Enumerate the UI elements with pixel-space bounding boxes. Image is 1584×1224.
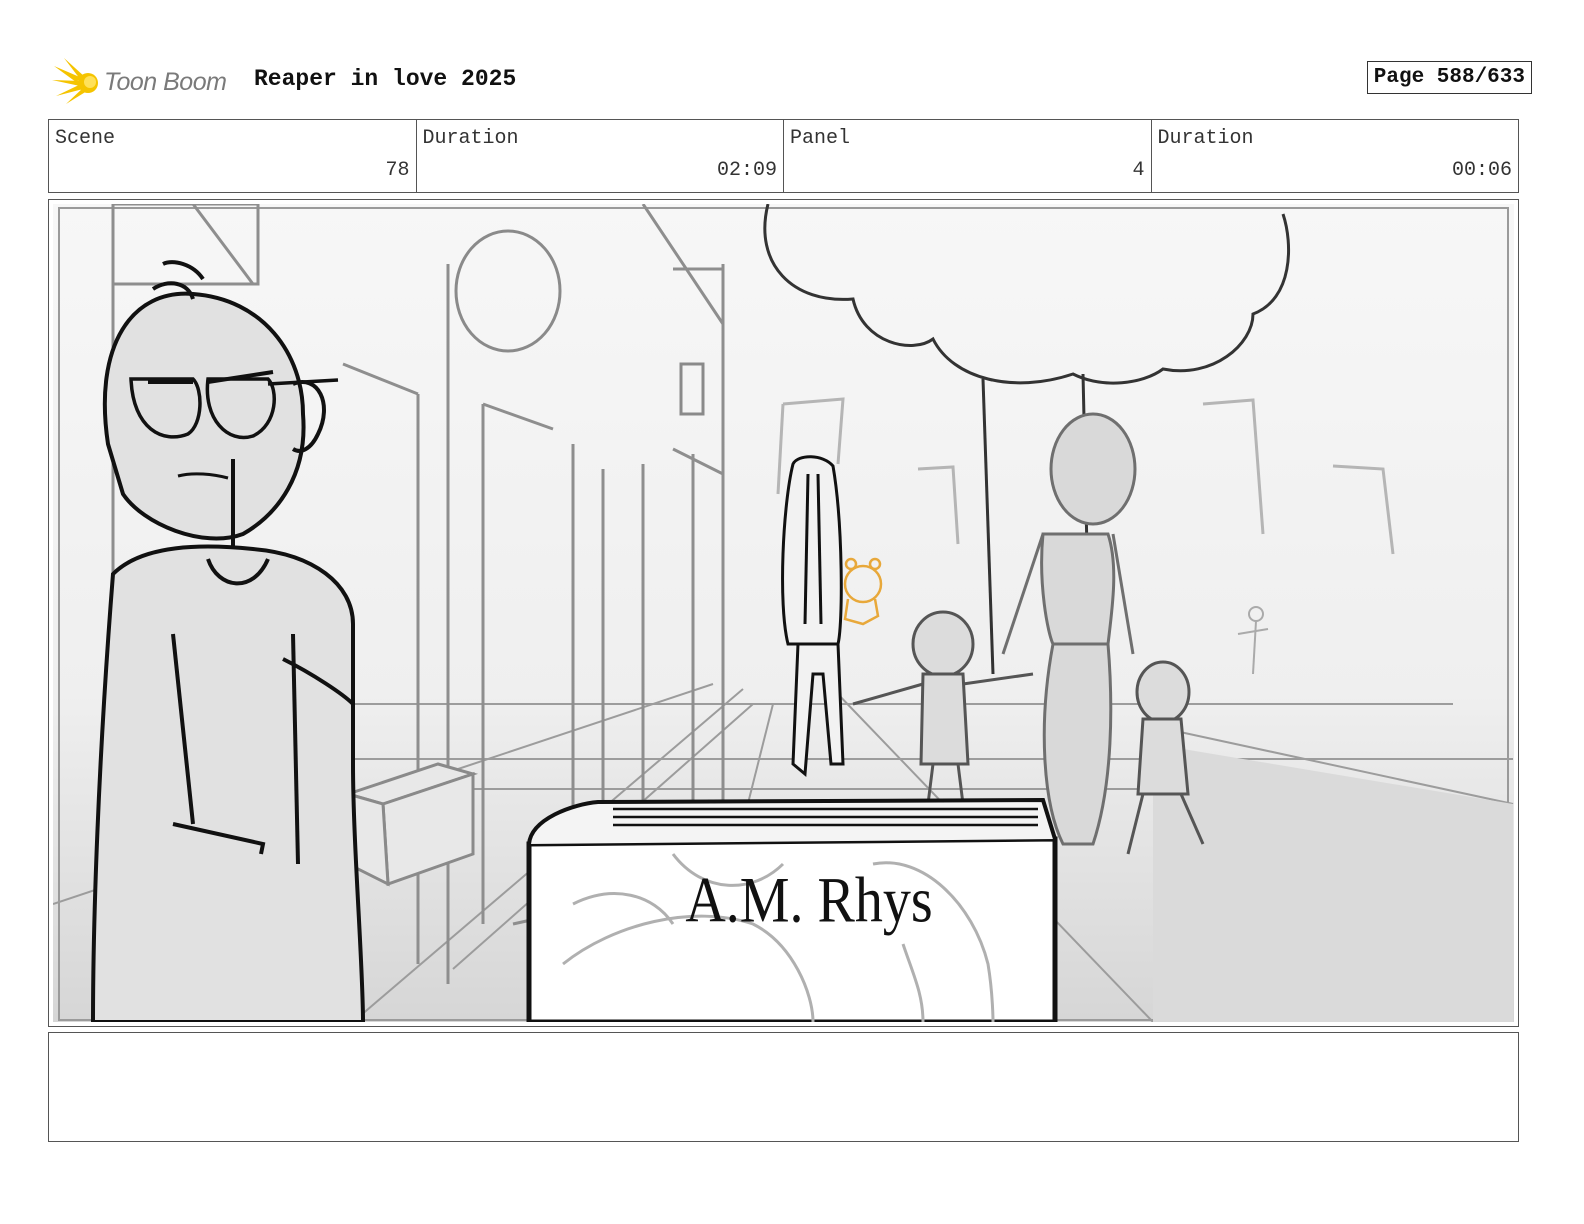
project-title: Reaper in love 2025 <box>254 66 517 92</box>
panel-label: Panel <box>790 127 851 150</box>
scene-duration-cell: Duration 02:09 <box>417 120 784 192</box>
book: A.M. Rhys <box>526 797 1058 1022</box>
scene-info-table: Scene 78 Duration 02:09 Panel 4 Duration… <box>48 119 1519 193</box>
panel-notes-box <box>48 1032 1519 1142</box>
scene-duration-value: 02:09 <box>716 159 777 182</box>
scene-label: Scene <box>55 127 116 150</box>
panel-duration-value: 00:06 <box>1451 159 1512 182</box>
toon-boom-logo: Toon Boom <box>52 56 227 108</box>
scene-value: 78 <box>385 159 410 182</box>
storyboard-header: Toon Boom Reaper in love 2025 Page 588/6… <box>52 56 1532 108</box>
panel-duration-label: Duration <box>1157 127 1254 150</box>
scene-cell: Scene 78 <box>49 120 417 192</box>
page-number-box: Page 588/633 <box>1366 61 1532 94</box>
sunburst-logo-icon <box>52 58 98 104</box>
logo-text: Toon Boom <box>104 67 227 96</box>
book-title: A.M. Rhys <box>685 865 932 937</box>
panel-cell: Panel 4 <box>784 120 1152 192</box>
panel-sketch: A.M. Rhys <box>53 204 1514 1022</box>
storyboard-panel: A.M. Rhys <box>48 199 1519 1027</box>
panel-duration-cell: Duration 00:06 <box>1152 120 1519 192</box>
panel-value: 4 <box>1132 159 1145 182</box>
scene-duration-label: Duration <box>422 127 519 150</box>
